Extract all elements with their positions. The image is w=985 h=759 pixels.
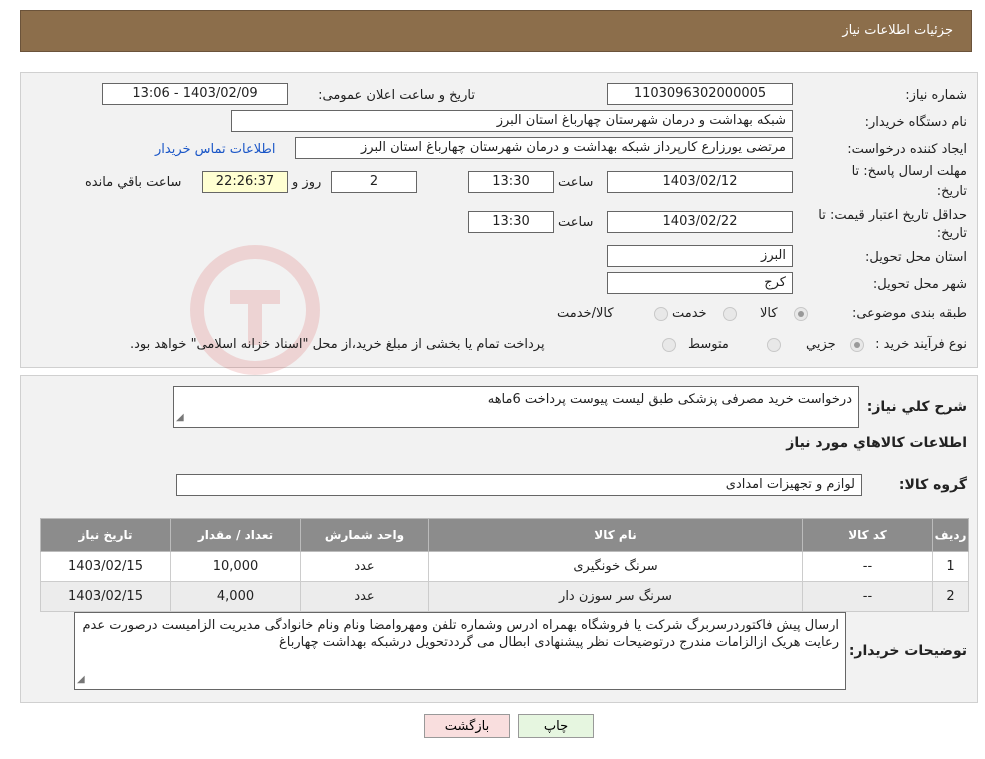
row-number: 2 xyxy=(932,581,969,612)
goods-table: رديف کد کالا نام کالا واحد شمارش تعداد /… xyxy=(40,518,969,612)
table-row: 1 -- سرنگ خونگیری عدد 10,000 1403/02/15 xyxy=(40,551,969,582)
row-name: سرنگ خونگیری xyxy=(428,551,803,582)
row-code: -- xyxy=(802,551,933,582)
row-qty: 4,000 xyxy=(170,581,301,612)
deadline-date-field: 1403/02/12 xyxy=(607,171,793,193)
buyer-notes-text: ارسال پیش فاکتوردرسربرگ شرکت یا فروشگاه … xyxy=(82,618,840,650)
buyer-notes-field: ارسال پیش فاکتوردرسربرگ شرکت یا فروشگاه … xyxy=(74,612,846,690)
buyer-notes-label: توضیحات خریدار: xyxy=(848,643,967,659)
category-option-goods-service: کالا/خدمت xyxy=(557,306,614,321)
category-radio-goods[interactable] xyxy=(794,307,808,321)
deadline-time-label: ساعت xyxy=(558,175,594,190)
page-header: جزئیات اطلاعات نیاز xyxy=(20,10,972,52)
row-number: 1 xyxy=(932,551,969,582)
days-field: 2 xyxy=(331,171,417,193)
col-code-header: کد کالا xyxy=(802,518,933,552)
requester-label: ایجاد کننده درخواست: xyxy=(847,142,967,157)
category-option-goods: کالا xyxy=(760,306,778,321)
buyer-org-field: شبکه بهداشت و درمان شهرستان چهارباغ استا… xyxy=(231,110,793,132)
process-label: نوع فرآیند خرید : xyxy=(875,337,967,352)
row-date: 1403/02/15 xyxy=(40,581,171,612)
validity-label-2: تاریخ: xyxy=(936,226,967,241)
resize-grip-icon[interactable]: ◢ xyxy=(176,409,184,426)
goods-table-header: رديف کد کالا نام کالا واحد شمارش تعداد /… xyxy=(40,518,969,552)
validity-label: حداقل تاریخ اعتبار قیمت: تا xyxy=(818,208,967,223)
process-radio-minor[interactable] xyxy=(850,338,864,352)
announce-date-field: 1403/02/09 - 13:06 xyxy=(102,83,288,105)
description-text: درخواست خرید مصرفی پزشکی طبق لیست پیوست … xyxy=(487,392,852,407)
page-title: جزئیات اطلاعات نیاز xyxy=(842,23,953,38)
category-radio-service[interactable] xyxy=(723,307,737,321)
remaining-label: ساعت باقي مانده xyxy=(85,175,182,190)
province-field: البرز xyxy=(607,245,793,267)
col-date-header: تاریخ نیاز xyxy=(40,518,171,552)
process-option-minor: جزیي xyxy=(806,337,836,352)
buyer-contact-link[interactable]: اطلاعات تماس خریدار xyxy=(155,142,275,157)
days-label: روز و xyxy=(292,175,322,190)
col-name-header: نام کالا xyxy=(428,518,803,552)
process-radio-medium[interactable] xyxy=(767,338,781,352)
deadline-label: مهلت ارسال پاسخ: تا xyxy=(851,164,967,179)
validity-date-field: 1403/02/22 xyxy=(607,211,793,233)
remaining-time-field: 22:26:37 xyxy=(202,171,288,193)
resize-grip-icon[interactable]: ◢ xyxy=(77,671,85,688)
description-label: شرح کلي نياز: xyxy=(866,399,967,415)
goods-group-field: لوازم و تجهیزات امدادی xyxy=(176,474,862,496)
process-note: پرداخت تمام یا بخشی از مبلغ خرید،از محل … xyxy=(130,337,545,352)
goods-info-title: اطلاعات کالاهاي مورد نياز xyxy=(786,435,967,451)
col-row-header: رديف xyxy=(932,518,969,552)
table-row: 2 -- سرنگ سر سوزن دار عدد 4,000 1403/02/… xyxy=(40,581,969,612)
deadline-label-2: تاریخ: xyxy=(936,184,967,199)
validity-time-label: ساعت xyxy=(558,215,594,230)
buyer-org-label: نام دستگاه خریدار: xyxy=(864,115,967,130)
need-number-label: شماره نیاز: xyxy=(905,88,967,103)
row-unit: عدد xyxy=(300,551,429,582)
row-name: سرنگ سر سوزن دار xyxy=(428,581,803,612)
print-button[interactable]: چاپ xyxy=(518,714,594,738)
category-radio-goods-service[interactable] xyxy=(654,307,668,321)
announce-date-label: تاریخ و ساعت اعلان عمومی: xyxy=(318,88,475,103)
requester-field: مرتضی یورزارع کارپرداز شبکه بهداشت و درم… xyxy=(295,137,793,159)
col-qty-header: تعداد / مقدار xyxy=(170,518,301,552)
back-button[interactable]: بازگشت xyxy=(424,714,510,738)
deadline-time-field: 13:30 xyxy=(468,171,554,193)
goods-group-label: گروه کالا: xyxy=(898,477,967,493)
province-label: استان محل تحویل: xyxy=(865,250,967,265)
col-unit-header: واحد شمارش xyxy=(300,518,429,552)
need-number-field: 1103096302000005 xyxy=(607,83,793,105)
category-label: طبقه بندی موضوعی: xyxy=(851,306,967,321)
city-label: شهر محل تحویل: xyxy=(872,277,967,292)
process-option-medium: متوسط xyxy=(688,337,729,352)
description-field: درخواست خرید مصرفی پزشکی طبق لیست پیوست … xyxy=(173,386,859,428)
city-field: کرج xyxy=(607,272,793,294)
process-radio-treasury[interactable] xyxy=(662,338,676,352)
watermark-logo-icon xyxy=(190,245,320,375)
row-date: 1403/02/15 xyxy=(40,551,171,582)
row-unit: عدد xyxy=(300,581,429,612)
row-code: -- xyxy=(802,581,933,612)
category-option-service: خدمت xyxy=(672,306,707,321)
row-qty: 10,000 xyxy=(170,551,301,582)
validity-time-field: 13:30 xyxy=(468,211,554,233)
